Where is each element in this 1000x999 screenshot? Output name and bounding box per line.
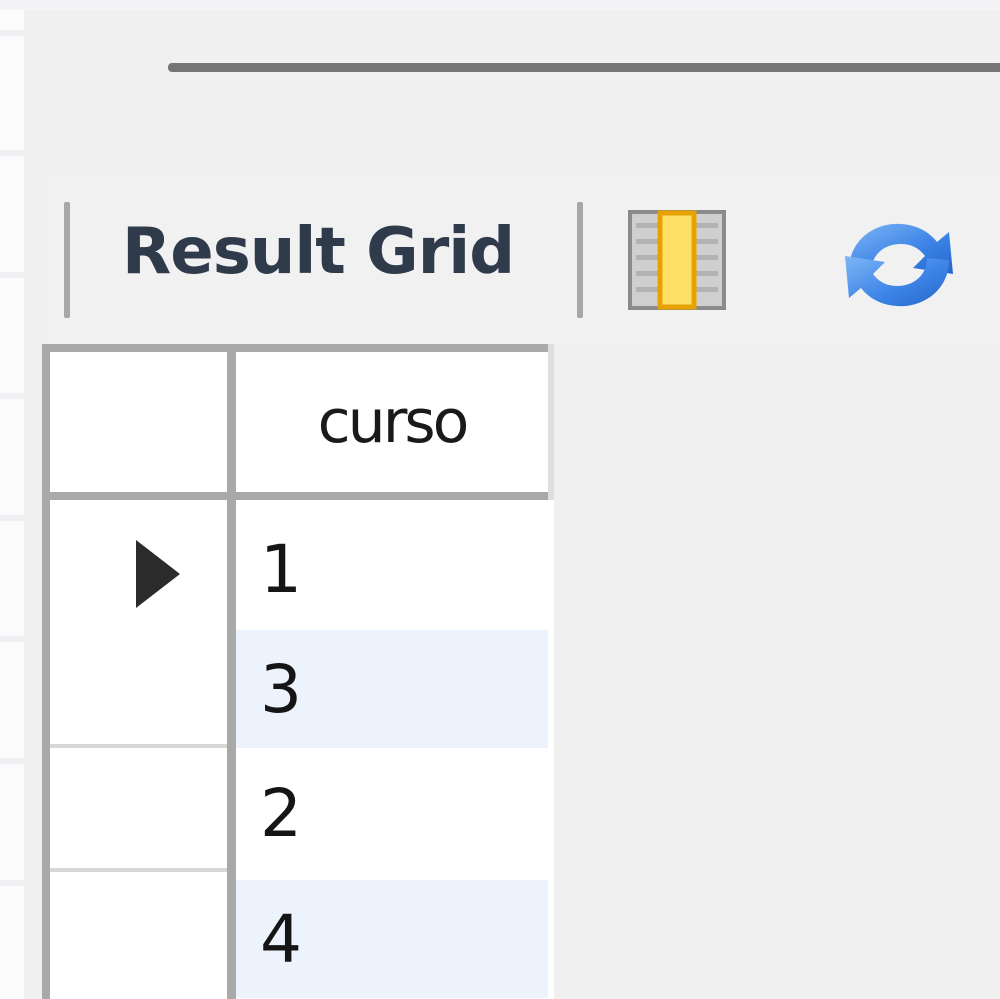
top-edge xyxy=(0,0,1000,10)
table-row[interactable]: 1 xyxy=(50,504,548,628)
row-divider xyxy=(50,868,227,872)
workbench-window: Result Grid curso 1 3 2 4 xyxy=(0,0,1000,999)
column-toggle-icon xyxy=(628,210,726,310)
toolbar-separator xyxy=(577,202,583,318)
cell-curso[interactable]: 4 xyxy=(236,880,548,998)
grid-header-border xyxy=(42,492,554,500)
result-grid-label[interactable]: Result Grid xyxy=(122,220,515,284)
gutter-column-separator[interactable] xyxy=(227,344,236,999)
table-row[interactable]: 3 xyxy=(50,624,548,748)
grid-left-border xyxy=(42,344,50,999)
result-grid: curso 1 3 2 4 xyxy=(42,344,554,999)
refresh-button[interactable] xyxy=(835,214,963,316)
row-gutter[interactable] xyxy=(50,504,227,628)
row-pointer-icon xyxy=(136,540,180,608)
cell-curso[interactable]: 2 xyxy=(236,754,548,872)
row-gutter[interactable] xyxy=(50,748,227,872)
column-toggle-button[interactable] xyxy=(627,209,727,311)
background-window-edge xyxy=(0,0,26,999)
cell-curso[interactable]: 3 xyxy=(236,630,548,748)
cell-curso[interactable]: 1 xyxy=(236,510,548,628)
row-gutter[interactable] xyxy=(50,874,227,998)
toolbar-separator xyxy=(64,202,70,318)
editor-divider[interactable] xyxy=(168,63,1000,72)
table-row[interactable]: 2 xyxy=(50,748,548,872)
grid-header-edge xyxy=(548,344,554,500)
row-gutter[interactable] xyxy=(50,624,227,748)
column-header-curso[interactable]: curso xyxy=(236,352,548,492)
table-row[interactable]: 4 xyxy=(50,874,548,998)
refresh-icon xyxy=(845,223,953,307)
